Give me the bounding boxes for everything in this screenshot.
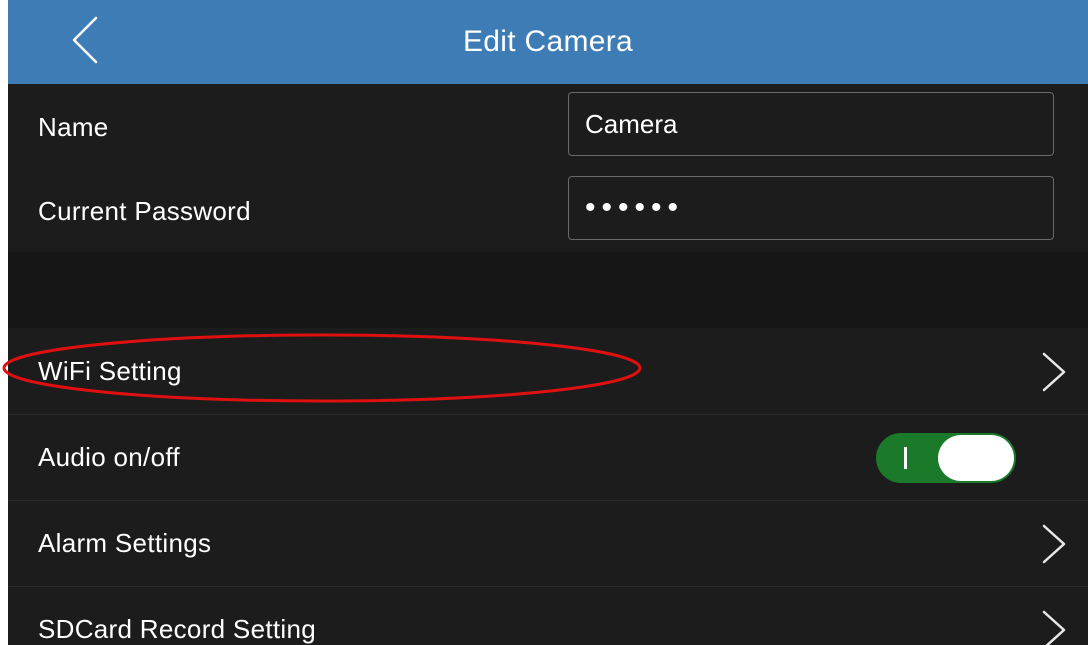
name-input-value: Camera xyxy=(585,109,678,139)
page-title: Edit Camera xyxy=(462,25,634,58)
settings-item-label: SDCard Record Setting xyxy=(38,614,316,644)
name-row: Name Camera xyxy=(8,84,1088,170)
row-divider xyxy=(8,500,1088,501)
password-label: Current Password xyxy=(38,196,251,226)
password-input-value: •••••• xyxy=(585,191,685,224)
chevron-left-icon xyxy=(72,16,98,64)
edit-camera-screen: Edit Camera Name Camera Current Password… xyxy=(8,0,1088,645)
row-divider xyxy=(8,586,1088,587)
settings-item-label: Audio on/off xyxy=(38,442,180,472)
chevron-right-icon xyxy=(1042,352,1066,392)
password-row: Current Password •••••• xyxy=(8,168,1088,254)
screenshot-frame: Edit Camera Name Camera Current Password… xyxy=(0,0,1088,645)
back-button[interactable] xyxy=(60,10,110,70)
row-divider xyxy=(8,414,1088,415)
toggle-knob xyxy=(938,435,1014,481)
chevron-right-icon xyxy=(1042,610,1066,645)
password-input[interactable]: •••••• xyxy=(568,176,1054,240)
settings-item-wifi[interactable]: WiFi Setting xyxy=(8,330,1088,414)
name-input[interactable]: Camera xyxy=(568,92,1054,156)
settings-item-sdcard[interactable]: SDCard Record Setting xyxy=(8,588,1088,645)
settings-item-alarm[interactable]: Alarm Settings xyxy=(8,502,1088,586)
settings-item-audio: Audio on/off xyxy=(8,416,1088,500)
settings-item-label: Alarm Settings xyxy=(38,528,212,558)
settings-item-label: WiFi Setting xyxy=(38,356,182,386)
app-header: Edit Camera xyxy=(8,0,1088,84)
chevron-right-icon xyxy=(1042,524,1066,564)
audio-toggle[interactable] xyxy=(876,433,1016,483)
name-label: Name xyxy=(38,112,109,142)
section-spacer xyxy=(8,252,1088,328)
toggle-on-indicator xyxy=(904,447,907,469)
